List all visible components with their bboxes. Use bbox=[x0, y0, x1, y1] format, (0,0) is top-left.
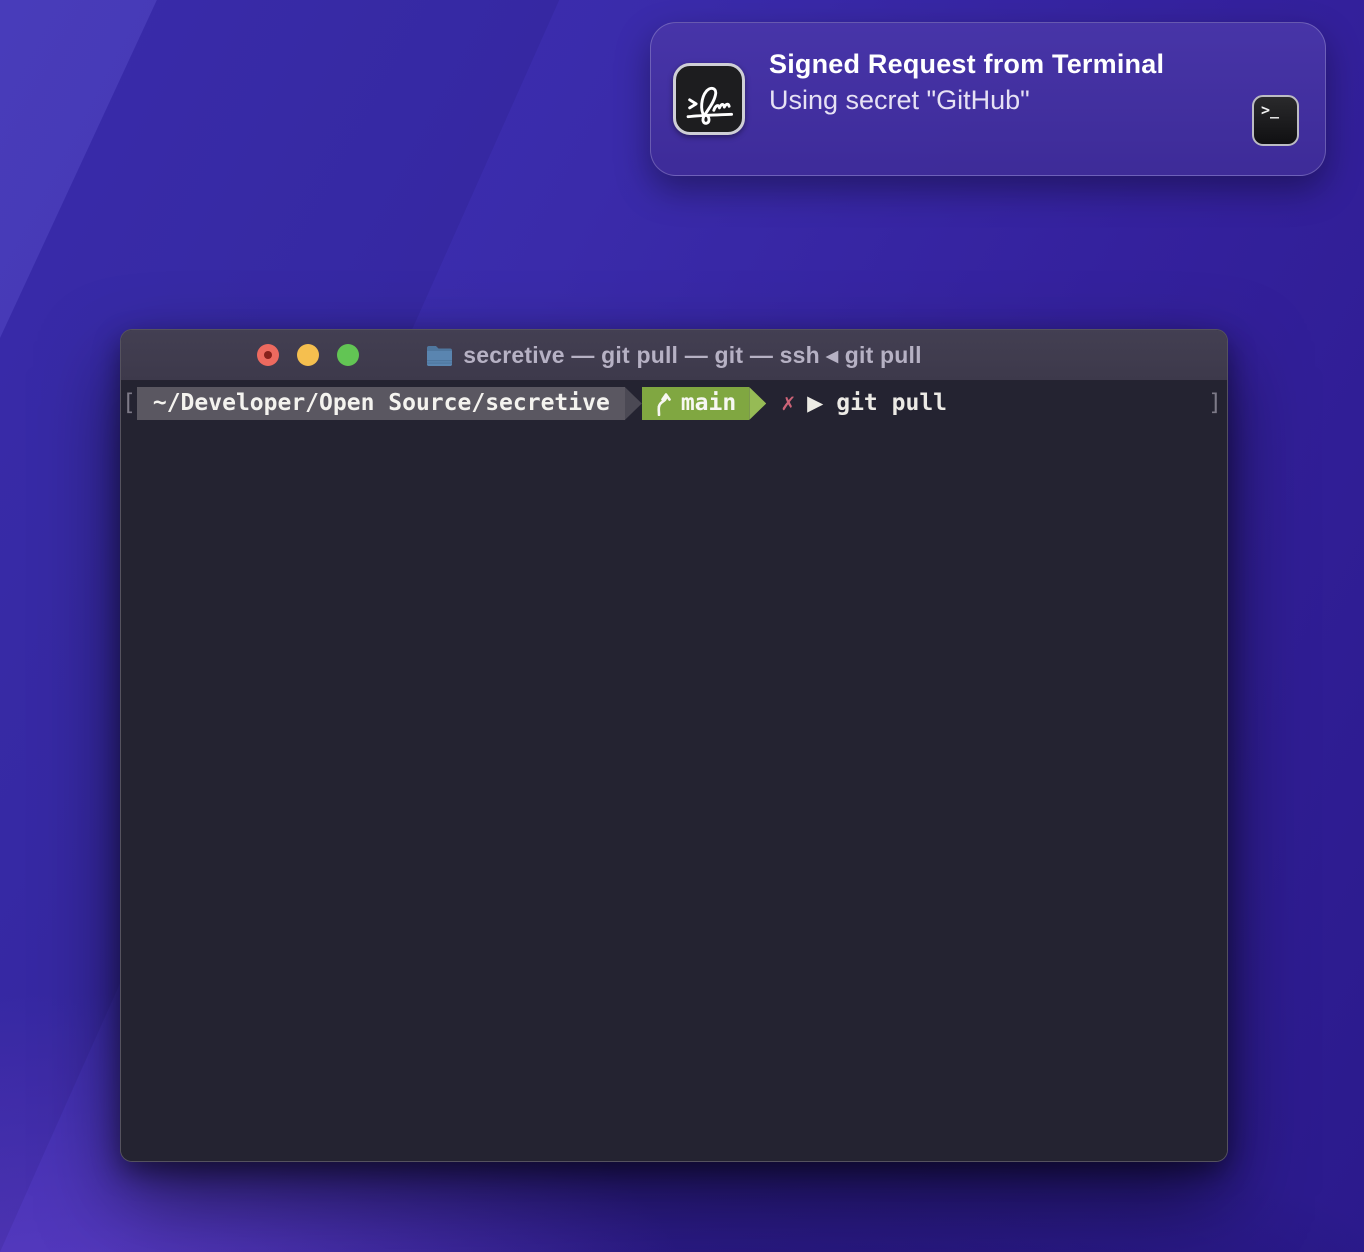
terminal-icon-glyph: >_ bbox=[1261, 101, 1279, 119]
prompt-left-bracket: [ bbox=[122, 387, 136, 420]
secretive-signature-icon bbox=[673, 63, 745, 135]
exit-status-icon: ✗ bbox=[781, 387, 795, 420]
prompt-right-bracket: ] bbox=[1208, 387, 1222, 420]
git-branch-icon bbox=[653, 392, 672, 416]
notification-title: Signed Request from Terminal bbox=[769, 49, 1252, 80]
zoom-button[interactable] bbox=[337, 344, 359, 366]
powerline-separator-icon bbox=[625, 387, 642, 420]
notification-subtitle: Using secret "GitHub" bbox=[769, 85, 1252, 116]
powerline-separator-icon bbox=[749, 387, 766, 420]
prompt-arrow-icon: ▶ bbox=[807, 387, 823, 420]
prompt-branch-segment: main bbox=[642, 387, 749, 420]
window-title-text: secretive — git pull — git — ssh ◂ git p… bbox=[463, 342, 921, 369]
terminal-icon: >_ bbox=[1252, 95, 1299, 146]
folder-icon bbox=[426, 344, 453, 367]
window-title: secretive — git pull — git — ssh ◂ git p… bbox=[426, 342, 921, 369]
shell-prompt: [ ~/Developer/Open Source/secretive main… bbox=[121, 387, 1227, 420]
terminal-content[interactable]: [ ~/Developer/Open Source/secretive main… bbox=[121, 381, 1227, 1161]
notification-texts: Signed Request from Terminal Using secre… bbox=[769, 23, 1252, 116]
minimize-button[interactable] bbox=[297, 344, 319, 366]
terminal-window[interactable]: secretive — git pull — git — ssh ◂ git p… bbox=[121, 330, 1227, 1161]
notification-banner[interactable]: Signed Request from Terminal Using secre… bbox=[650, 22, 1326, 176]
git-branch-name: main bbox=[681, 387, 736, 420]
titlebar[interactable]: secretive — git pull — git — ssh ◂ git p… bbox=[121, 330, 1227, 381]
prompt-path-segment: ~/Developer/Open Source/secretive bbox=[137, 387, 625, 420]
close-button[interactable] bbox=[257, 344, 279, 366]
typed-command: git pull bbox=[836, 387, 947, 420]
prompt-spacer bbox=[947, 387, 1208, 420]
traffic-lights bbox=[257, 330, 359, 380]
